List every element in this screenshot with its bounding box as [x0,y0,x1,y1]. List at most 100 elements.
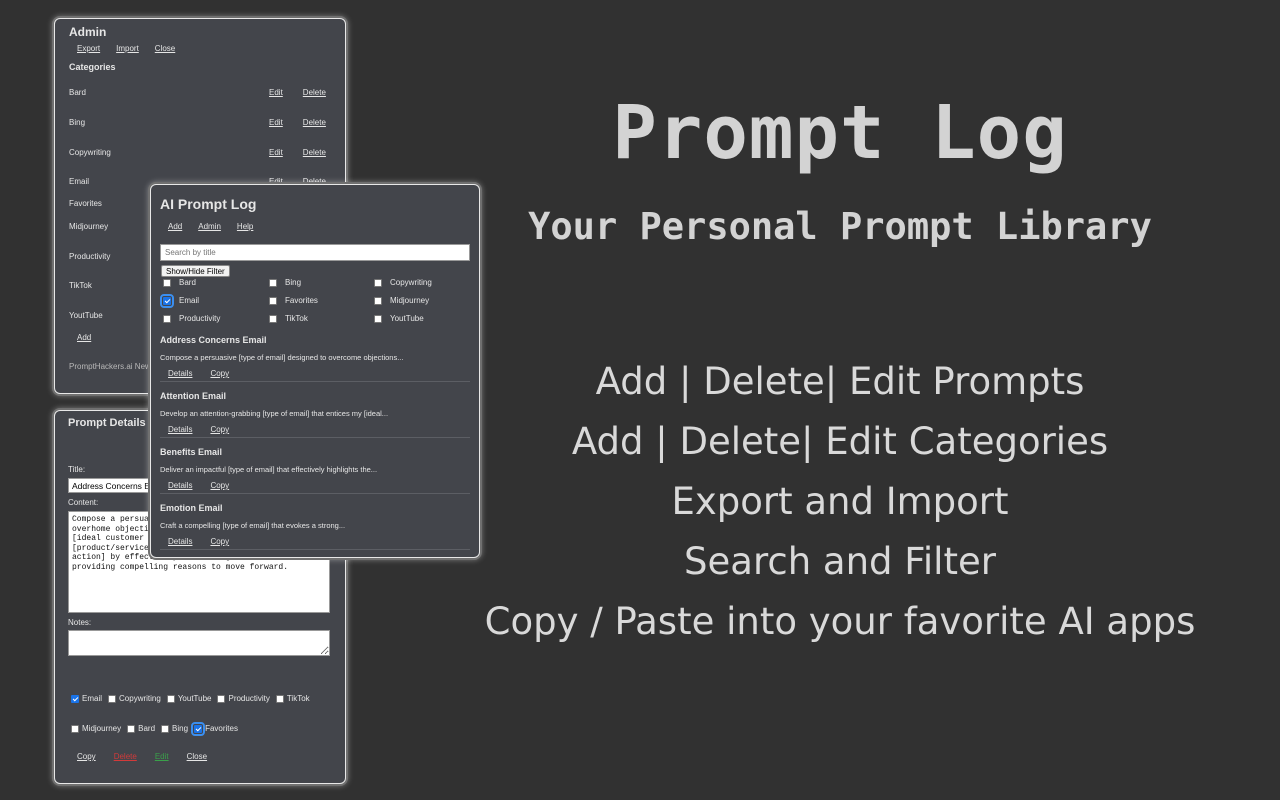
copy-link[interactable]: Copy [210,481,229,490]
delete-button[interactable]: Delete [114,752,137,761]
title-label: Title: [68,465,86,474]
help-link[interactable]: Help [237,222,253,231]
filter-item: Bard [163,278,196,287]
category-name: TikTok [69,281,92,290]
checkbox[interactable] [217,694,226,703]
checkbox-label: Favorites [205,724,238,733]
filter-label: TikTok [285,314,308,323]
copy-link[interactable]: Copy [210,369,229,378]
prompt-title: Benefits Email [160,447,223,457]
filter-checkbox[interactable] [160,293,174,308]
category-checkbox-item: Email [71,694,102,703]
details-link[interactable]: Details [168,537,192,546]
close-details-button[interactable]: Close [187,752,207,761]
filter-checkbox[interactable] [163,314,171,323]
filter-label: Bing [285,278,302,287]
categories-heading: Categories [69,62,116,72]
copy-link[interactable]: Copy [210,537,229,546]
prompt-description: Deliver an impactful [type of email] tha… [160,465,378,474]
checkbox[interactable] [71,724,79,733]
checkbox-label: Midjourney [82,724,122,733]
copy-link[interactable]: Copy [210,425,229,434]
checkbox[interactable] [166,694,175,703]
details-link[interactable]: Details [168,481,192,490]
checkbox[interactable] [71,694,79,703]
details-link[interactable]: Details [168,425,192,434]
filter-label: Copywriting [390,278,432,287]
prompt-description: Craft a compelling [type of email] that … [160,521,346,530]
category-name: Email [69,177,90,186]
category-checkbox-item: Midjourney [71,724,121,733]
checkbox-label: Bing [172,724,189,733]
prompt-title: Emotion Email [160,503,223,513]
add-category-link[interactable]: Add [77,333,91,342]
divider [160,437,470,438]
admin-link[interactable]: Admin [198,222,221,231]
feature-line: Copy / Paste into your favorite AI apps [484,600,1196,643]
filter-checkbox[interactable] [269,278,277,287]
checkbox[interactable] [127,724,136,733]
show-hide-filter-button[interactable]: Show/Hide Filter [161,265,230,277]
filter-item: TikTok [269,314,308,323]
details-actions: Copy Delete Edit Close [77,752,207,761]
prompt-actions: Details Copy [168,481,229,490]
filter-checkbox[interactable] [269,296,277,305]
checkbox[interactable] [191,721,206,736]
category-checkbox-item: Bard [127,724,155,733]
export-link[interactable]: Export [77,44,100,53]
prompt-actions: Details Copy [168,425,229,434]
filter-checkbox[interactable] [163,278,171,287]
edit-button[interactable]: Edit [155,752,169,761]
category-checkbox-item: Favorites [191,721,238,736]
close-admin-link[interactable]: Close [155,44,175,53]
prompt-title: Address Concerns Email [160,335,267,345]
checkbox-label: YoutTube [177,694,212,703]
import-link[interactable]: Import [116,44,139,53]
checkbox-label: Productivity [228,694,270,703]
divider [160,549,470,550]
category-checkbox-item: YoutTube [166,694,212,703]
filter-item: YoutTube [374,314,424,323]
prompt-actions: Details Copy [168,369,229,378]
checkbox[interactable] [275,694,284,703]
filter-label: YoutTube [390,314,424,323]
filter-label: Productivity [179,314,221,323]
filter-item: Bing [269,278,301,287]
filter-checkbox[interactable] [269,314,277,323]
divider [160,493,470,494]
category-name: Productivity [69,252,111,261]
category-checkbox-item: Copywriting [108,694,161,703]
checkbox-label: TikTok [286,694,310,703]
copy-button[interactable]: Copy [77,752,96,761]
checkbox[interactable] [108,694,117,703]
filter-item: Email [160,293,200,308]
category-name: YoutTube [69,311,103,320]
filter-checkbox[interactable] [374,296,382,305]
category-checkbox-item: TikTok [275,694,310,703]
app-title: AI Prompt Log [160,196,257,212]
category-checkbox-item: Bing [161,724,188,733]
filter-item: Copywriting [374,278,432,287]
filter-label: Bard [179,278,196,287]
category-checkboxes-row-2: Midjourney Bard Bing Favorites [71,721,244,736]
main-nav: Add Admin Help [168,222,253,231]
details-link[interactable]: Details [168,369,192,378]
add-prompt-link[interactable]: Add [168,222,182,231]
checkbox[interactable] [161,724,170,733]
search-input[interactable] [160,244,470,261]
category-checkbox-item: Productivity [217,694,270,703]
checkbox-label: Email [82,694,103,703]
filter-checkbox[interactable] [374,314,382,323]
checkbox-label: Bard [138,724,156,733]
category-checkboxes-row-1: Email Copywriting YoutTube Productivity TikT… [71,694,316,703]
filter-label: Favorites [285,296,318,305]
filter-item: Favorites [269,296,318,305]
filter-item: Midjourney [374,296,429,305]
admin-title: Admin [69,25,107,39]
divider [160,381,470,382]
prompt-title: Attention Email [160,391,227,401]
prompt-actions: Details Copy [168,537,229,546]
filter-label: Email [179,296,200,305]
filter-checkbox[interactable] [374,278,382,287]
checkbox-label: Copywriting [119,694,161,703]
